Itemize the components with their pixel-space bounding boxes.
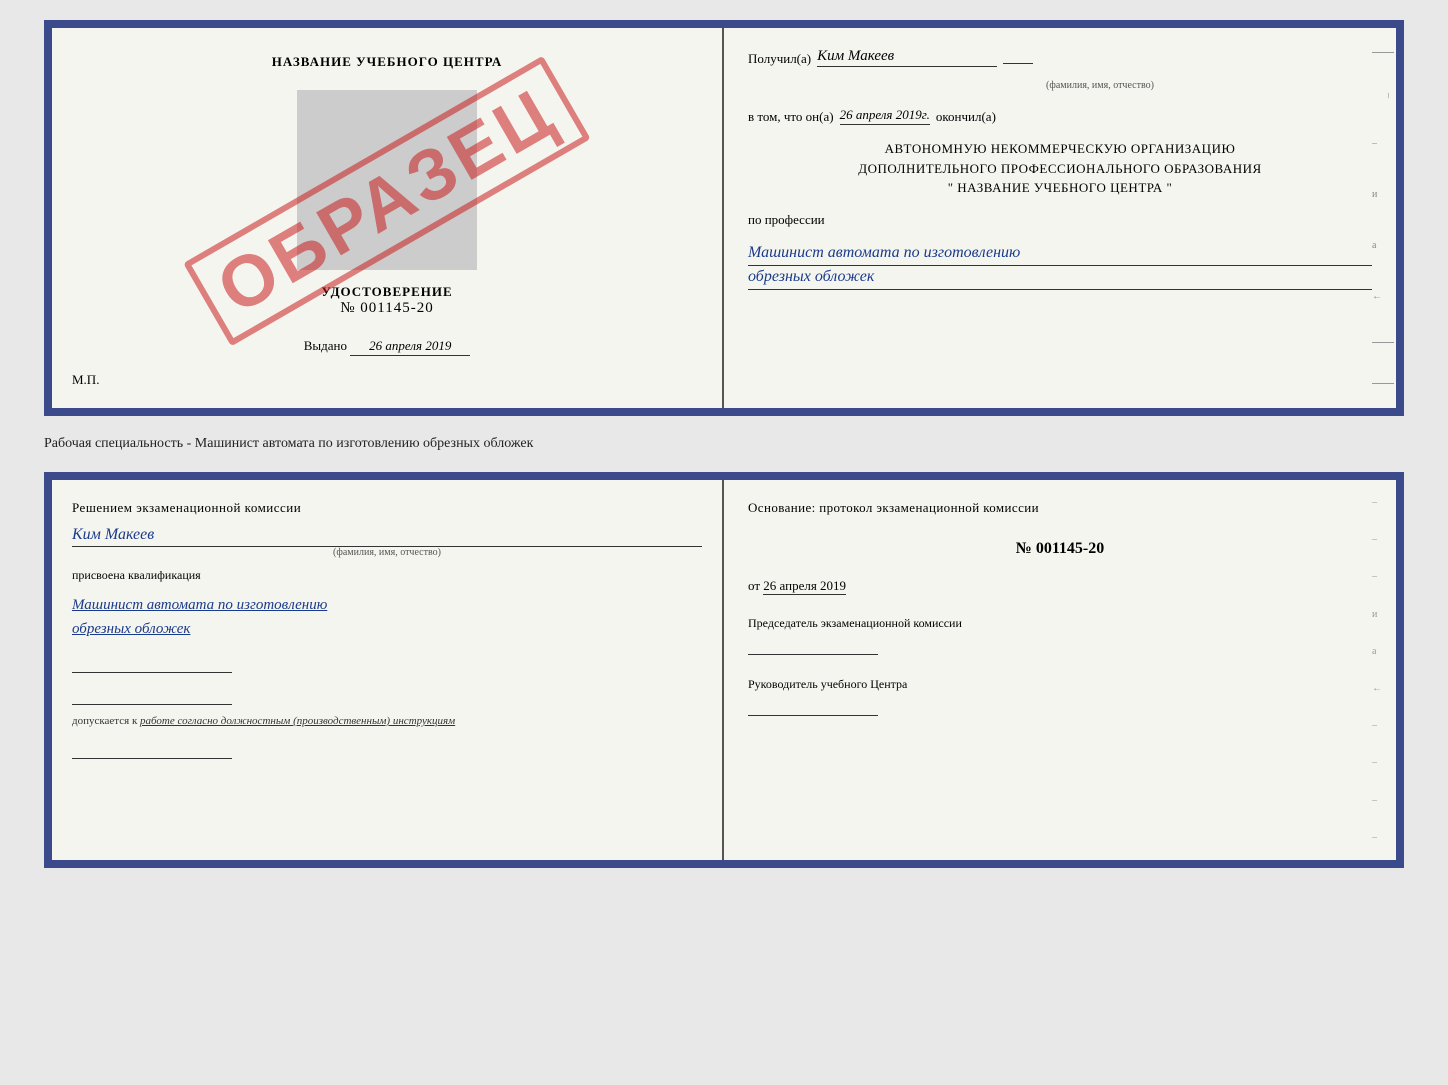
- predsedatel-block: Председатель экзаменационной комиссии: [748, 616, 1372, 655]
- bottom-name-block: Ким Макеев (фамилия, имя, отчество): [72, 526, 702, 558]
- vtom-row: в том, что он(а) 26 апреля 2019г. окончи…: [748, 107, 1372, 125]
- school-title-top: НАЗВАНИЕ УЧЕБНОГО ЦЕНТРА: [272, 54, 503, 70]
- ot-line: от 26 апреля 2019: [748, 578, 1372, 594]
- separator-label: Рабочая специальность - Машинист автомат…: [44, 432, 1404, 456]
- rukovoditel-sig: [748, 698, 878, 716]
- dopuskaetsya-val: работе согласно должностным (производств…: [140, 715, 455, 727]
- rukovoditel-block: Руководитель учебного Центра: [748, 677, 1372, 716]
- spine-char-1: –: [1372, 93, 1394, 98]
- ot-date: 26 апреля 2019: [763, 578, 846, 595]
- spine-char-4: а: [1372, 240, 1394, 251]
- kvalif-line2: обрезных обложек: [72, 617, 702, 641]
- spine-tick-2: [1372, 342, 1394, 343]
- bottom-recipient-name: Ким Макеев: [72, 526, 702, 547]
- kvalif-line1: Машинист автомата по изготовлению: [72, 593, 702, 617]
- vidan-date: 26 апреля 2019: [350, 338, 470, 356]
- ot-label: от: [748, 578, 760, 593]
- bottom-fio-hint: (фамилия, имя, отчество): [72, 547, 702, 558]
- dopuskaetsya-block: допускается к работе согласно должностны…: [72, 715, 702, 727]
- brs-6: ←: [1372, 683, 1394, 694]
- udostoverenie-label: УДОСТОВЕРЕНИЕ: [321, 284, 452, 300]
- professiya-block: Машинист автомата по изготовлению обрезн…: [748, 242, 1372, 290]
- top-left-panel: НАЗВАНИЕ УЧЕБНОГО ЦЕНТРА ОБРАЗЕЦ УДОСТОВ…: [52, 28, 724, 408]
- sig-field-3: [72, 741, 232, 759]
- protocol-number: № 001145-20: [748, 540, 1372, 558]
- top-right-spine: – – и а ←: [1370, 28, 1396, 408]
- brs-2: –: [1372, 534, 1394, 545]
- vidan-label: Выдано: [304, 338, 347, 353]
- brs-4: и: [1372, 609, 1394, 620]
- dash-after-name: [1003, 63, 1033, 64]
- dopuskaetsya-label: допускается к: [72, 715, 137, 727]
- rukovoditel-label: Руководитель учебного Центра: [748, 677, 1372, 692]
- spine-tick: [1372, 52, 1394, 53]
- brs-5: а: [1372, 646, 1394, 657]
- udostoverenie-block: УДОСТОВЕРЕНИЕ № 001145-20: [321, 284, 452, 317]
- mp-label: М.П.: [72, 372, 99, 388]
- spine-char-3: и: [1372, 189, 1394, 200]
- org-block: АВТОНОМНУЮ НЕКОММЕРЧЕСКУЮ ОРГАНИЗАЦИЮ ДО…: [748, 139, 1372, 198]
- brs-9: –: [1372, 795, 1394, 806]
- vidan-line: Выдано 26 апреля 2019: [304, 338, 471, 356]
- spine-char-5: ←: [1372, 291, 1394, 302]
- sig-field-1: [72, 655, 232, 673]
- bottom-left-panel: Решением экзаменационной комиссии Ким Ма…: [52, 480, 724, 860]
- top-document-pair: НАЗВАНИЕ УЧЕБНОГО ЦЕНТРА ОБРАЗЕЦ УДОСТОВ…: [44, 20, 1404, 416]
- brs-3: –: [1372, 571, 1394, 582]
- recipient-name: Ким Макеев: [817, 48, 997, 67]
- okonchil-label: окончил(а): [936, 109, 996, 125]
- brs-8: –: [1372, 757, 1394, 768]
- org-line2: ДОПОЛНИТЕЛЬНОГО ПРОФЕССИОНАЛЬНОГО ОБРАЗО…: [748, 159, 1372, 179]
- stamp-area: [297, 90, 477, 270]
- brs-1: –: [1372, 497, 1394, 508]
- professiya-line1: Машинист автомата по изготовлению: [748, 244, 1372, 266]
- brs-7: –: [1372, 720, 1394, 731]
- poluchil-label: Получил(a): [748, 51, 811, 67]
- predsedatel-label: Председатель экзаменационной комиссии: [748, 616, 1372, 631]
- org-line1: АВТОНОМНУЮ НЕКОММЕРЧЕСКУЮ ОРГАНИЗАЦИЮ: [748, 139, 1372, 159]
- bottom-right-spine: – – – и а ← – – – –: [1370, 480, 1396, 860]
- vtom-label: в том, что он(а): [748, 109, 834, 125]
- brs-10: –: [1372, 832, 1394, 843]
- vtom-date: 26 апреля 2019г.: [840, 107, 930, 125]
- resheniem-label: Решением экзаменационной комиссии: [72, 500, 702, 516]
- osnovanie-label: Основание: протокол экзаменационной коми…: [748, 500, 1372, 516]
- bottom-document-pair: Решением экзаменационной комиссии Ким Ма…: [44, 472, 1404, 868]
- top-right-panel: Получил(a) Ким Макеев (фамилия, имя, отч…: [724, 28, 1396, 408]
- professiya-line2: обрезных обложек: [748, 268, 1372, 290]
- predsedatel-sig: [748, 637, 878, 655]
- prisvoena-label: присвоена квалификация: [72, 568, 702, 583]
- fio-hint-top: (фамилия, имя, отчество): [1046, 80, 1154, 91]
- udostoverenie-number: № 001145-20: [321, 300, 452, 317]
- po-professii-label: по профессии: [748, 212, 1372, 228]
- kvalif-block: Машинист автомата по изготовлению обрезн…: [72, 593, 702, 641]
- poluchil-row: Получил(a) Ким Макеев: [748, 48, 1372, 67]
- bottom-right-panel: Основание: протокол экзаменационной коми…: [724, 480, 1396, 860]
- org-name: " НАЗВАНИЕ УЧЕБНОГО ЦЕНТРА ": [748, 178, 1372, 198]
- spine-tick-3: [1372, 383, 1394, 384]
- sig-field-2: [72, 687, 232, 705]
- spine-char-2: –: [1372, 138, 1394, 149]
